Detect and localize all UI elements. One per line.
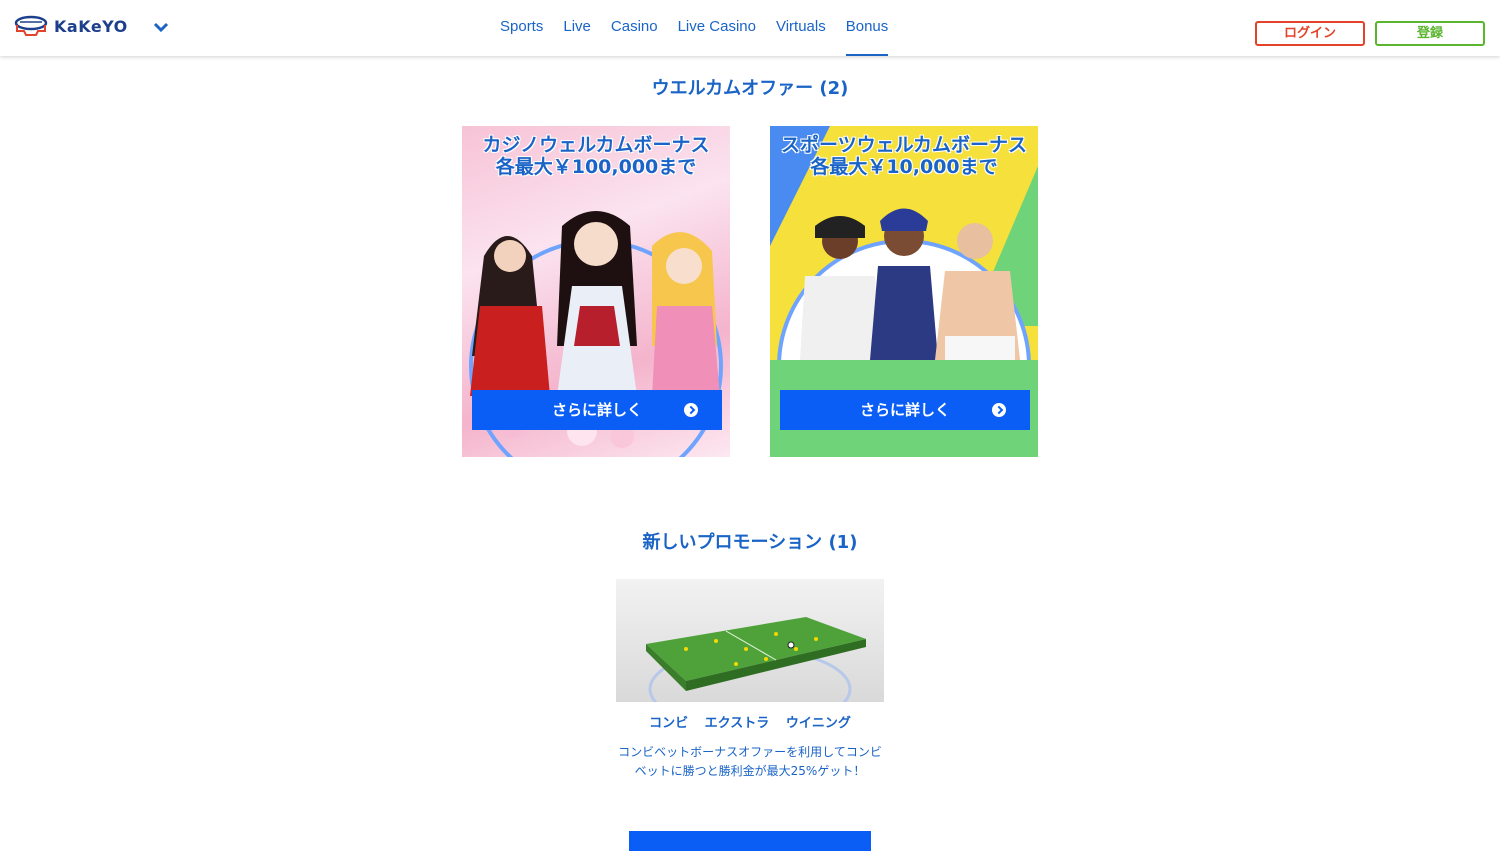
nav-virtuals[interactable]: Virtuals	[766, 0, 836, 56]
nav-casino[interactable]: Casino	[601, 0, 668, 56]
welcome-offers-title: ウエルカムオファー (2)	[651, 78, 849, 99]
promo-title: コンビ エクストラ ウイニング	[649, 716, 851, 731]
login-button[interactable]: ログイン	[1255, 21, 1365, 46]
sports-welcome-card[interactable]: スポーツウェルカムボーナス各最大￥10,000まで さらに詳しく	[770, 126, 1038, 457]
logo-text: KaKeYO	[54, 16, 128, 36]
combi-extra-winning-image[interactable]	[616, 579, 884, 702]
main-nav: Sports Live Casino Live Casino Virtuals …	[490, 0, 898, 56]
casino-more-label: さらに詳しく	[551, 401, 642, 419]
promo-description: コンビベットボーナスオファーを利用してコンビベットに勝つと勝利金が最大25%ゲッ…	[618, 745, 882, 778]
football-pitch-illustration	[646, 617, 866, 702]
casino-welcome-card[interactable]: カジノウェルカムボーナス 各最大￥100,000まで さらに詳しく	[462, 126, 730, 457]
kakeyo-logo[interactable]: KaKeYO	[14, 15, 128, 37]
sports-card-title: スポーツウェルカムボーナス各最大￥10,000まで	[780, 134, 1028, 178]
sports-more-label: さらに詳しく	[859, 401, 950, 419]
arrow-right-circle-icon	[992, 403, 1006, 417]
new-promotions-title: 新しいプロモーション (1)	[642, 532, 858, 553]
nav-sports[interactable]: Sports	[490, 0, 553, 56]
nav-live-casino[interactable]: Live Casino	[668, 0, 766, 56]
site-header: KaKeYO Sports Live Casino Live Casino Vi…	[0, 0, 1500, 56]
chevron-down-icon[interactable]	[153, 21, 169, 33]
nav-bonus[interactable]: Bonus	[836, 0, 899, 56]
casino-more-button[interactable]: さらに詳しく	[472, 390, 722, 430]
promo-more-button[interactable]	[629, 831, 871, 851]
arrow-right-circle-icon	[684, 403, 698, 417]
casino-card-title: カジノウェルカムボーナス 各最大￥100,000まで	[482, 134, 710, 178]
register-button[interactable]: 登録	[1375, 21, 1485, 46]
sports-more-button[interactable]: さらに詳しく	[780, 390, 1030, 430]
stadium-logo-icon	[14, 15, 48, 36]
nav-live[interactable]: Live	[553, 0, 601, 56]
